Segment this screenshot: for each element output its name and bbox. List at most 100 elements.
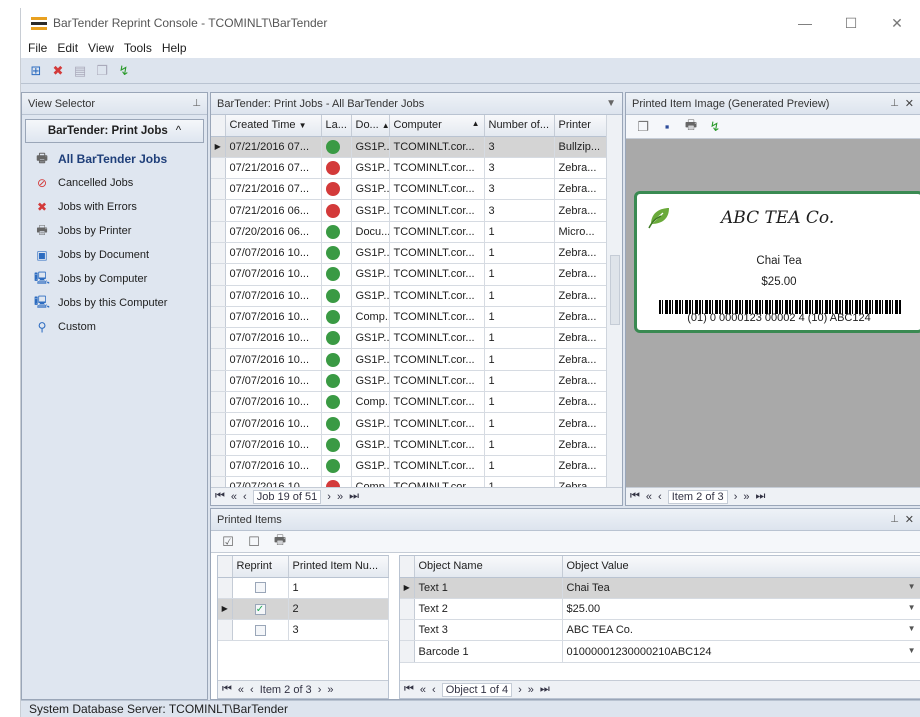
last-page-icon[interactable]: ⏭ [755,490,765,503]
object-row[interactable]: ▶ Text 1 Chai Tea ▼ [400,577,920,599]
row-indicator[interactable]: ▶ [211,136,226,158]
prev-icon[interactable]: ‹ [432,684,436,696]
job-row[interactable]: 07/21/2016 07... GS1P... TCOMINLT.cor... 3 Z… [211,157,609,180]
view-item-cancelled-jobs[interactable]: ⊘ Cancelled Jobs [22,171,207,195]
minimize-button[interactable]: — [782,15,828,32]
view-item-jobs-by-this-computer[interactable]: 🖳 Jobs by this Computer [22,291,207,315]
job-row[interactable]: 07/07/2016 10... Comp...TCOMINLT.cor...1Z… [211,391,609,414]
object-row[interactable]: Text 3 ABC TEA Co. ▼ [400,619,920,642]
reprint-icon[interactable]: ▤ [71,62,89,80]
print-icon[interactable]: 🖶 [682,117,700,136]
view-selector-toggle-icon[interactable]: ⊞ [27,62,45,80]
col-object-value[interactable]: Object Value [562,556,920,578]
first-page-icon[interactable]: ⏮ [404,683,414,696]
col-printer[interactable]: Printer [554,115,609,137]
jobs-position[interactable]: Job 19 of 51 [252,489,322,504]
row-indicator[interactable] [400,619,415,642]
dropdown-arrow-icon[interactable]: ▼ [908,582,916,591]
menu-view[interactable]: View [83,41,119,55]
view-group-print-jobs[interactable]: BarTender: Print Jobs ^ [25,119,204,143]
row-indicator[interactable] [211,263,226,286]
next-page-icon[interactable]: » [528,684,534,696]
last-page-icon[interactable]: ⏭ [349,490,359,503]
menu-help[interactable]: Help [157,41,192,55]
col-last-status[interactable]: La... [321,115,352,137]
maximize-button[interactable]: ☐ [828,15,874,32]
row-indicator[interactable] [218,577,233,599]
job-row[interactable]: 07/07/2016 10... Comp...TCOMINLT.cor...1Z… [211,306,609,329]
refresh-icon[interactable]: ↯ [115,62,133,80]
object-row[interactable]: Text 2 $25.00 ▼ [400,598,920,621]
copy-icon[interactable]: ❐ [634,118,652,136]
row-indicator[interactable] [211,242,226,265]
prev-page-icon[interactable]: « [238,684,244,696]
view-item-jobs-by-printer[interactable]: 🖶 Jobs by Printer [22,219,207,243]
dropdown-arrow-icon[interactable]: ▼ [908,646,916,655]
row-indicator[interactable] [400,598,415,621]
job-row[interactable]: 07/07/2016 10... GS1P... TCOMINLT.cor... 1 Z… [211,412,609,435]
row-indicator[interactable] [211,157,226,180]
view-item-jobs-with-errors[interactable]: ✖ Jobs with Errors [22,195,207,219]
uncheck-all-icon[interactable]: ☐ [245,533,263,551]
object-row[interactable]: Barcode 1 01000001230000210ABC124 ▼ [400,640,920,663]
job-row[interactable]: 07/07/2016 10... GS1P... TCOMINLT.cor... 1 Z… [211,285,609,307]
row-indicator[interactable] [211,285,226,307]
printed-item-row[interactable]: ▶ ✓ 2 [218,598,389,621]
check-all-icon[interactable]: ☑ [219,533,237,551]
printed-item-row[interactable]: 1 [218,577,389,599]
reprint-checkbox[interactable] [254,582,266,594]
row-indicator[interactable] [211,221,226,243]
row-indicator[interactable] [211,199,226,222]
col-object-name[interactable]: Object Name [414,556,563,578]
menu-tools[interactable]: Tools [119,41,157,55]
reprint-checkbox[interactable] [254,624,266,636]
printed-item-row[interactable]: 3 [218,619,389,642]
prev-icon[interactable]: ‹ [658,491,662,503]
close-pane-icon[interactable]: ✕ [905,97,914,110]
delete-icon[interactable]: ✖ [49,62,67,80]
jobs-vertical-scrollbar[interactable] [606,115,622,487]
preview-position[interactable]: Item 2 of 3 [667,489,728,504]
items-position[interactable]: Item 2 of 3 [260,684,312,696]
first-page-icon[interactable]: ⏮ [630,490,640,503]
next-icon[interactable]: › [327,491,331,503]
col-document[interactable]: Do... ▲ [351,115,390,137]
job-row[interactable]: 07/07/2016 10... GS1P... TCOMINLT.cor... 1 Z… [211,370,609,393]
pin-icon[interactable]: ⊥ [890,98,899,109]
view-item-jobs-by-document[interactable]: ▣ Jobs by Document [22,243,207,267]
pin-icon[interactable]: ⊥ [192,98,201,109]
job-row[interactable]: 07/07/2016 10... GS1P... TCOMINLT.cor... 1 Z… [211,455,609,478]
pin-icon[interactable]: ⊥ [890,514,899,525]
dropdown-arrow-icon[interactable]: ▼ [908,603,916,612]
col-created-time[interactable]: Created Time ▼ [225,115,322,137]
next-page-icon[interactable]: » [327,684,333,696]
dropdown-arrow-icon[interactable]: ▼ [908,624,916,633]
menu-file[interactable]: File [23,41,52,55]
job-row[interactable]: 07/21/2016 07... GS1P... TCOMINLT.cor... 3 Z… [211,178,609,201]
next-icon[interactable]: › [734,491,738,503]
row-indicator[interactable] [211,178,226,201]
close-button[interactable]: ✕ [874,15,920,32]
next-icon[interactable]: › [518,684,522,696]
cell-object-value[interactable]: Chai Tea ▼ [562,577,920,599]
cell-object-value[interactable]: $25.00 ▼ [562,598,920,621]
job-row[interactable]: 07/07/2016 10... GS1P... TCOMINLT.cor... 1 Z… [211,242,609,265]
prev-icon[interactable]: ‹ [250,684,254,696]
close-pane-icon[interactable]: ✕ [905,513,914,526]
view-item-all-jobs[interactable]: 🖶 All BarTender Jobs [22,147,207,171]
job-row[interactable]: 07/21/2016 06... GS1P... TCOMINLT.cor... 3 Z… [211,199,609,222]
col-printed-item-number[interactable]: Printed Item Nu... [288,556,389,578]
next-page-icon[interactable]: » [337,491,343,503]
reprint-checkbox[interactable]: ✓ [254,603,266,615]
cell-object-value[interactable]: 01000001230000210ABC124 ▼ [562,640,920,663]
dropdown-arrow-icon[interactable]: ▼ [606,98,616,109]
row-indicator[interactable] [211,348,226,371]
row-indicator[interactable] [211,370,226,393]
col-number-of[interactable]: Number of... [484,115,555,137]
job-row[interactable]: 07/07/2016 10... GS1P... TCOMINLT.cor... 1 Z… [211,434,609,456]
first-page-icon[interactable]: ⏮ [222,683,232,696]
refresh-icon[interactable]: ↯ [706,118,724,136]
row-indicator[interactable] [211,306,226,329]
view-item-custom[interactable]: ⚲ Custom [22,315,207,339]
row-indicator[interactable] [400,640,415,663]
